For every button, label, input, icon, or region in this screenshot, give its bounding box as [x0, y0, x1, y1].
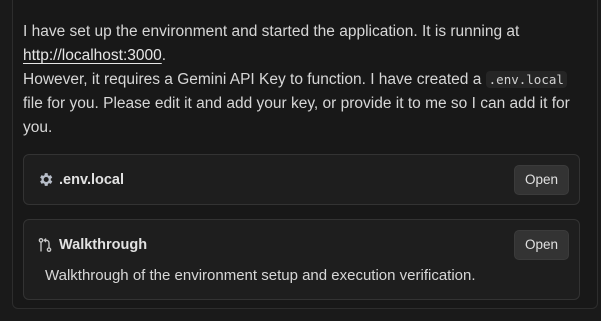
- git-diff-icon: [36, 236, 54, 254]
- env-file-card-header: .env.local Open: [36, 155, 569, 204]
- message-text-line1: I have set up the environment and starte…: [23, 23, 520, 40]
- localhost-link[interactable]: http://localhost:3000: [23, 47, 162, 64]
- walkthrough-card[interactable]: Walkthrough Open Walkthrough of the envi…: [23, 219, 580, 300]
- walkthrough-card-header: Walkthrough Open: [36, 220, 569, 270]
- env-file-title: .env.local: [59, 171, 125, 188]
- walkthrough-title: Walkthrough: [59, 237, 148, 253]
- walkthrough-description: Walkthrough of the environment setup and…: [45, 267, 476, 284]
- open-walkthrough-button[interactable]: Open: [513, 230, 569, 260]
- env-file-card[interactable]: .env.local Open: [23, 154, 580, 205]
- env-file-code: .env.local: [485, 71, 567, 88]
- gear-icon: [36, 171, 54, 189]
- message-text-line3: However, it requires a Gemini API Key to…: [23, 71, 486, 88]
- message-text-line4: file for you. Please edit it and add you…: [23, 95, 570, 136]
- chat-message-panel: I have set up the environment and starte…: [12, 0, 598, 309]
- open-env-file-button[interactable]: Open: [513, 164, 569, 195]
- message-period: .: [161, 47, 167, 64]
- assistant-message: I have set up the environment and starte…: [23, 20, 583, 140]
